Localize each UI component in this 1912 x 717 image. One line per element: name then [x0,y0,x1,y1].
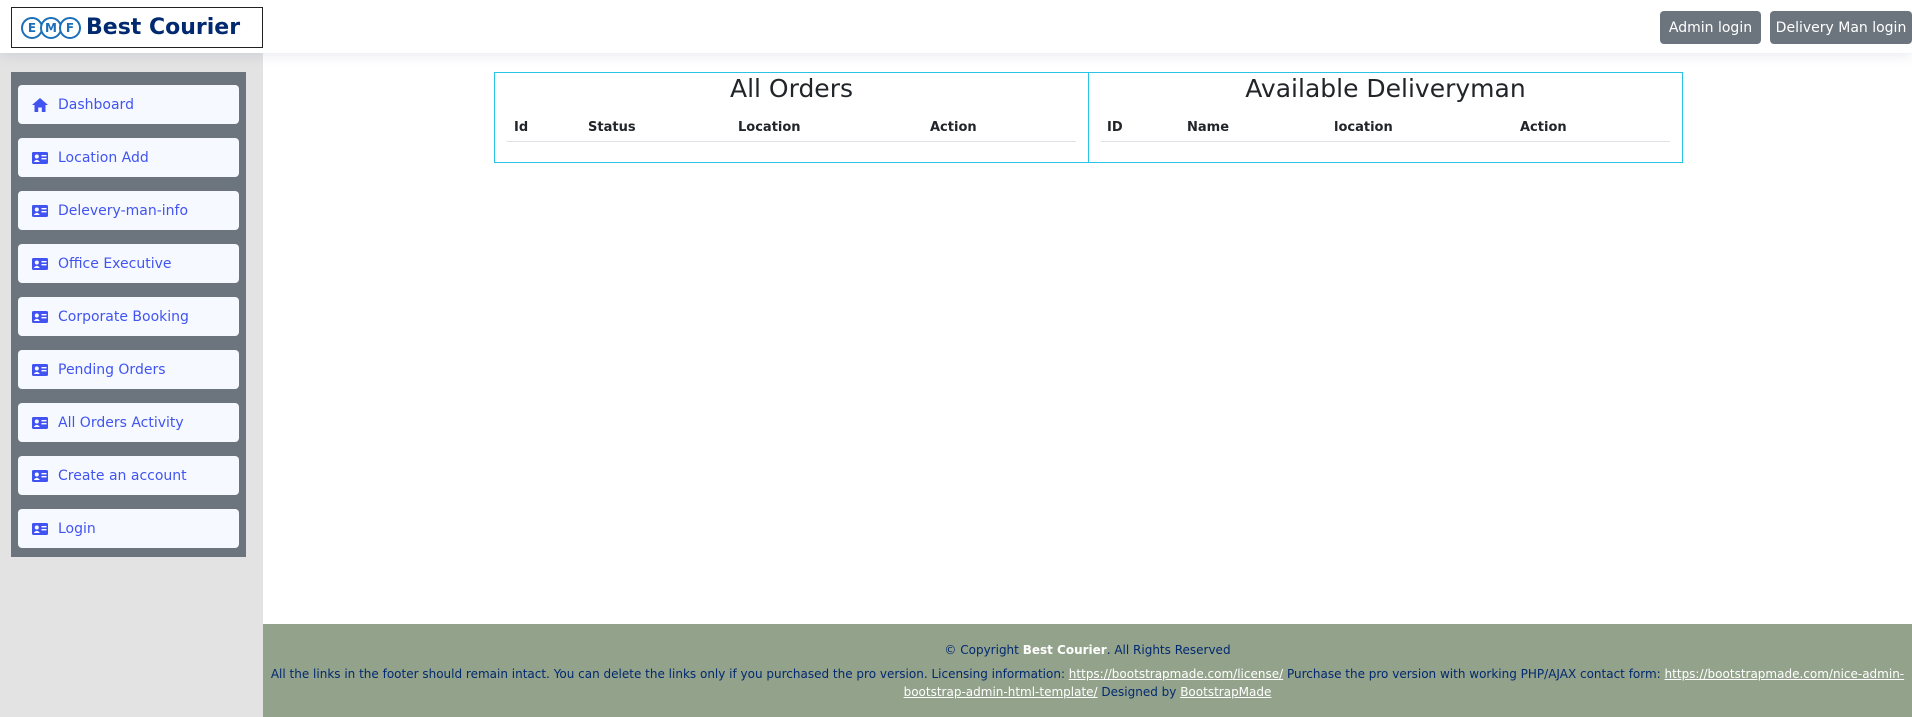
sidebar-item-create-account[interactable]: Create an account [18,456,239,495]
license-link[interactable]: https://bootstrapmade.com/license/ [1069,667,1283,681]
sidebar-item-label: Location Add [58,149,149,166]
copyright-brand: Best Courier [1022,643,1107,657]
sidebar-item-all-orders-activity[interactable]: All Orders Activity [18,403,239,442]
sidebar-item-label: Create an account [58,467,187,484]
column-header-id: Id [514,119,529,135]
column-header-action: Action [1520,119,1567,135]
logo-letter: F [59,16,81,39]
id-card-icon [32,522,48,536]
admin-login-button[interactable]: Admin login [1660,11,1761,44]
sidebar-item-login[interactable]: Login [18,509,239,548]
copyright: © Copyright Best Courier. All Rights Res… [263,643,1912,657]
sidebar-item-pending-orders[interactable]: Pending Orders [18,350,239,389]
designer-link[interactable]: BootstrapMade [1180,685,1271,699]
deliveryman-table-header: ID Name location Action [1101,113,1670,142]
all-orders-title: All Orders [729,74,853,103]
id-card-icon [32,257,48,271]
id-card-icon [32,310,48,324]
sidebar: Dashboard Location Add Delevery-man-info… [11,72,246,557]
sidebar-item-corporate-booking[interactable]: Corporate Booking [18,297,239,336]
credits-text: Purchase the pro version with working PH… [1283,667,1665,681]
column-header-name: Name [1187,119,1230,135]
column-header-location: location [1334,119,1393,135]
available-deliveryman-panel: Available Deliveryman ID Name location A… [1088,72,1683,163]
brand-name: Best Courier [86,15,241,40]
column-header-action: Action [930,119,977,135]
footer: © Copyright Best Courier. All Rights Res… [263,624,1912,717]
delivery-man-login-button[interactable]: Delivery Man login [1770,11,1912,44]
sidebar-item-label: Dashboard [58,96,134,113]
column-header-id: ID [1107,119,1123,135]
sidebar-item-office-executive[interactable]: Office Executive [18,244,239,283]
all-orders-panel: All Orders Id Status Location Action [494,72,1089,163]
orders-table-header: Id Status Location Action [507,113,1076,142]
id-card-icon [32,363,48,377]
sidebar-item-label: Pending Orders [58,361,166,378]
sidebar-item-label: Login [58,520,96,537]
column-header-status: Status [588,119,636,135]
copyright-suffix: . All Rights Reserved [1106,643,1231,657]
credits: All the links in the footer should remai… [263,665,1912,701]
sidebar-item-label: All Orders Activity [58,414,184,431]
header: E M F Best Courier Admin login Delivery … [0,0,1912,53]
credits-text: All the links in the footer should remai… [270,667,1069,681]
id-card-icon [32,151,48,165]
available-deliveryman-title: Available Deliveryman [1245,74,1526,103]
sidebar-item-label: Corporate Booking [58,308,189,325]
id-card-icon [32,416,48,430]
copyright-prefix: © Copyright [944,643,1023,657]
sidebar-item-dashboard[interactable]: Dashboard [18,85,239,124]
sidebar-item-label: Office Executive [58,255,172,272]
sidebar-item-label: Delevery-man-info [58,202,189,219]
sidebar-item-delevery-man-info[interactable]: Delevery-man-info [18,191,239,230]
id-card-icon [32,469,48,483]
credits-text: Designed by [1097,685,1181,699]
logo-mark-icon: E M F [21,16,81,39]
house-icon [32,97,48,112]
logo[interactable]: E M F Best Courier [11,7,263,48]
id-card-icon [32,204,48,218]
sidebar-item-location-add[interactable]: Location Add [18,138,239,177]
column-header-location: Location [738,119,801,135]
